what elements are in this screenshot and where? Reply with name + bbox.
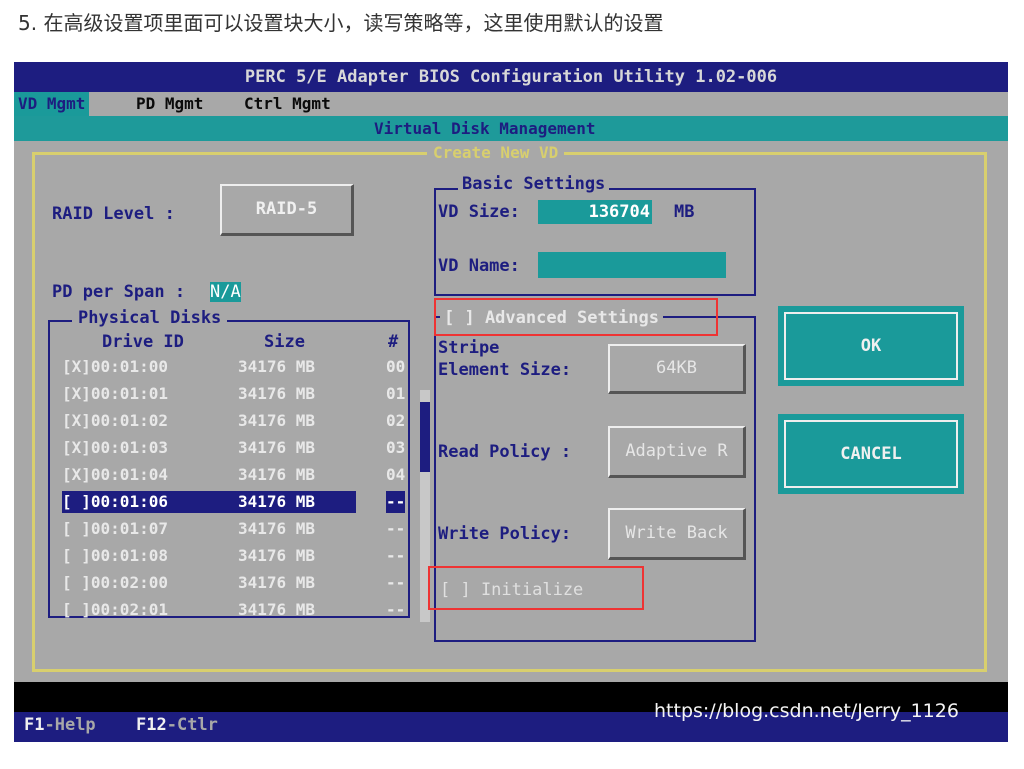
row-size: 34176 MB bbox=[238, 519, 316, 538]
pd-per-span-value[interactable]: N/A bbox=[210, 282, 241, 302]
row-drive-id: 00:01:01 bbox=[90, 384, 168, 403]
row-drive-id: 00:01:04 bbox=[90, 465, 168, 484]
table-row[interactable]: [X]00:01:04 34176 MB bbox=[62, 464, 315, 486]
row-number: 03 bbox=[386, 438, 406, 457]
section-title: Virtual Disk Management bbox=[374, 119, 596, 138]
row-drive: [X] bbox=[62, 465, 91, 484]
dialog-title: Create New VD bbox=[427, 142, 565, 164]
row-drive: [X] bbox=[62, 411, 91, 430]
row-drive-id: 00:01:03 bbox=[90, 438, 168, 457]
physical-disks-title: Physical Disks bbox=[72, 308, 228, 328]
stripe-label: Stripe bbox=[438, 338, 500, 358]
row-size: 34176 MB bbox=[238, 573, 316, 592]
f1-help[interactable]: F1-Help bbox=[24, 715, 96, 735]
write-policy-select[interactable]: Write Back bbox=[608, 508, 746, 560]
row-size: 34176 MB bbox=[238, 357, 316, 376]
row-size: 34176 MB bbox=[238, 546, 316, 565]
advanced-highlight bbox=[434, 298, 718, 336]
basic-settings-title: Basic Settings bbox=[458, 174, 610, 194]
row-drive: [ ] bbox=[62, 573, 91, 592]
row-number: -- bbox=[386, 519, 406, 538]
vd-size-label: VD Size: bbox=[438, 202, 520, 222]
article-caption: 5. 在高级设置项里面可以设置块大小，读写策略等，这里使用默认的设置 bbox=[18, 11, 664, 35]
col-number: # bbox=[388, 332, 399, 352]
row-number: 00 bbox=[386, 357, 406, 376]
col-size: Size bbox=[264, 332, 305, 352]
watermark: https://blog.csdn.net/Jerry_1126 bbox=[654, 700, 959, 722]
row-size: 34176 MB bbox=[238, 438, 316, 457]
f1-desc: -Help bbox=[44, 715, 96, 735]
scroll-thumb[interactable] bbox=[420, 402, 430, 472]
f12-desc: -Ctlr bbox=[166, 715, 218, 735]
row-drive-id: 00:01:08 bbox=[90, 546, 168, 565]
row-size: 34176 MB bbox=[238, 492, 316, 511]
row-drive: [ ] bbox=[62, 492, 91, 511]
table-row[interactable]: [ ]00:01:08 34176 MB bbox=[62, 545, 315, 567]
row-drive: [X] bbox=[62, 438, 91, 457]
menu-bar: VD Mgmt PD Mgmt Ctrl Mgmt bbox=[14, 92, 1008, 116]
f1-key: F1 bbox=[24, 715, 45, 735]
row-size: 34176 MB bbox=[238, 600, 316, 619]
f12-ctlr[interactable]: F12-Ctlr bbox=[136, 715, 218, 735]
table-row[interactable]: [ ]00:02:01 34176 MB bbox=[62, 599, 315, 621]
row-size: 34176 MB bbox=[238, 465, 316, 484]
cancel-button-label: CANCEL bbox=[840, 444, 902, 464]
bios-screen: PERC 5/E Adapter BIOS Configuration Util… bbox=[14, 62, 1008, 742]
raid-level-label: RAID Level : bbox=[52, 204, 175, 224]
stripe-size-select[interactable]: 64KB bbox=[608, 344, 746, 394]
row-drive: [X] bbox=[62, 357, 91, 376]
f12-key: F12 bbox=[136, 715, 167, 735]
row-drive: [ ] bbox=[62, 546, 91, 565]
row-number: 04 bbox=[386, 465, 406, 484]
row-drive-id: 00:02:01 bbox=[90, 600, 168, 619]
read-policy-select[interactable]: Adaptive R bbox=[608, 426, 746, 478]
vd-size-unit: MB bbox=[674, 202, 695, 222]
raid-level-select[interactable]: RAID-5 bbox=[220, 184, 354, 236]
initialize-highlight bbox=[428, 566, 644, 610]
col-drive-id: Drive ID bbox=[102, 332, 184, 352]
table-row[interactable]: [ ]00:01:06 34176 MB bbox=[62, 491, 356, 513]
row-drive: [ ] bbox=[62, 600, 91, 619]
row-drive-id: 00:01:00 bbox=[90, 357, 168, 376]
row-size: 34176 MB bbox=[238, 384, 316, 403]
row-drive-id: 00:01:02 bbox=[90, 411, 168, 430]
row-number: -- bbox=[386, 573, 406, 592]
utility-title: PERC 5/E Adapter BIOS Configuration Util… bbox=[14, 62, 1008, 92]
menu-vd-mgmt[interactable]: VD Mgmt bbox=[14, 92, 90, 116]
cancel-button[interactable]: CANCEL bbox=[778, 414, 964, 494]
row-number: -- bbox=[386, 491, 406, 513]
table-row[interactable]: [ ]00:01:07 34176 MB bbox=[62, 518, 315, 540]
row-number: -- bbox=[386, 600, 406, 619]
row-drive: [X] bbox=[62, 384, 91, 403]
ok-button-label: OK bbox=[860, 336, 882, 356]
row-drive-id: 00:01:06 bbox=[90, 492, 168, 511]
row-drive: [ ] bbox=[62, 519, 91, 538]
menu-pd-mgmt[interactable]: PD Mgmt bbox=[132, 92, 207, 116]
row-number: -- bbox=[386, 546, 406, 565]
row-drive-id: 00:01:07 bbox=[90, 519, 168, 538]
pd-per-span-label: PD per Span : bbox=[52, 282, 186, 302]
row-size: 34176 MB bbox=[238, 411, 316, 430]
stripe-size-label: Element Size: bbox=[438, 360, 572, 380]
row-drive-id: 00:02:00 bbox=[90, 573, 168, 592]
write-policy-label: Write Policy: bbox=[438, 524, 572, 544]
read-policy-label: Read Policy : bbox=[438, 442, 572, 462]
row-number: 02 bbox=[386, 411, 406, 430]
vd-name-input[interactable] bbox=[538, 252, 726, 278]
section-bar: Virtual Disk Management bbox=[14, 116, 1008, 141]
ok-button[interactable]: OK bbox=[778, 306, 964, 386]
table-row[interactable]: [X]00:01:03 34176 MB bbox=[62, 437, 315, 459]
table-row[interactable]: [X]00:01:02 34176 MB bbox=[62, 410, 315, 432]
vd-name-label: VD Name: bbox=[438, 256, 520, 276]
menu-ctrl-mgmt[interactable]: Ctrl Mgmt bbox=[240, 92, 335, 116]
vd-size-input[interactable]: 136704 bbox=[538, 200, 652, 224]
table-row[interactable]: [X]00:01:01 34176 MB bbox=[62, 383, 315, 405]
row-number: 01 bbox=[386, 384, 406, 403]
table-row[interactable]: [X]00:01:00 34176 MB bbox=[62, 356, 315, 378]
table-row[interactable]: [ ]00:02:00 34176 MB bbox=[62, 572, 315, 594]
